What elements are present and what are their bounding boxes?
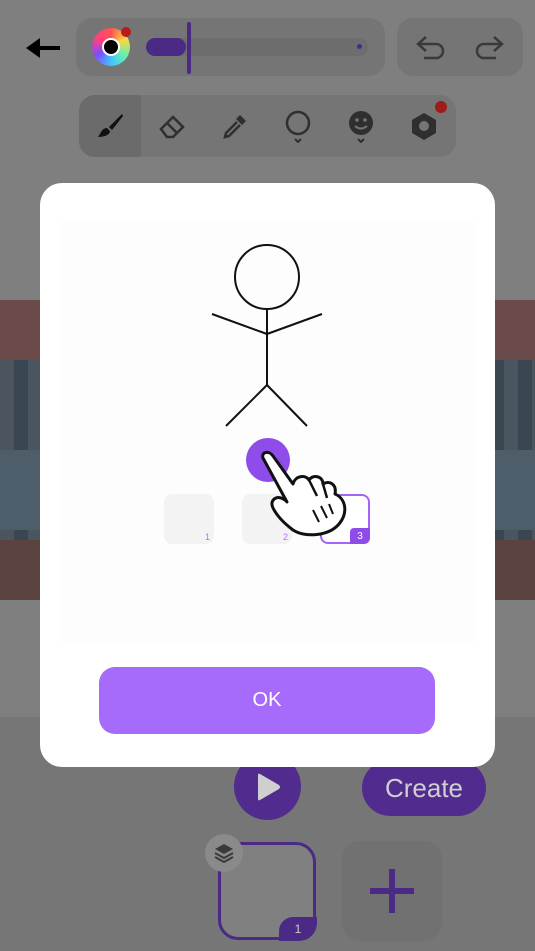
brush-size-slider-fill: [146, 38, 186, 56]
redo-icon: [475, 36, 504, 60]
eraser-icon: [159, 115, 185, 139]
plus-icon: [370, 869, 414, 913]
brush-icon: [98, 114, 123, 137]
redo-button[interactable]: [472, 30, 510, 64]
ok-button[interactable]: OK: [99, 667, 435, 734]
back-arrow-icon: [26, 38, 60, 58]
add-frame-button[interactable]: [342, 841, 442, 941]
stick-figure-illustration: [211, 244, 323, 427]
eraser-tool[interactable]: [141, 95, 203, 157]
tutorial-frame-1: 1: [164, 494, 214, 544]
brush-size-slider-handle[interactable]: [187, 22, 191, 74]
play-icon: [257, 773, 280, 800]
lasso-tool[interactable]: [267, 95, 329, 157]
undo-button[interactable]: [410, 30, 448, 64]
shape-icon: [412, 113, 436, 140]
tutorial-animation: 1 2 3: [59, 222, 476, 642]
frame-number: 3: [350, 528, 370, 544]
current-color-swatch: [102, 38, 120, 56]
brush-tool[interactable]: [79, 95, 141, 157]
layers-button[interactable]: [205, 834, 243, 872]
drawing-tools-panel: [79, 95, 456, 157]
frame-number: 1: [204, 532, 210, 542]
sticker-icon: [349, 111, 373, 143]
eyedropper-tool[interactable]: [204, 95, 266, 157]
color-indicator-dot: [121, 27, 131, 37]
pointing-hand-icon: [261, 450, 347, 537]
undo-icon: [416, 36, 445, 60]
lasso-icon: [285, 110, 311, 143]
create-button[interactable]: Create: [362, 760, 486, 816]
sticker-tool[interactable]: [330, 95, 392, 157]
layers-icon: [214, 844, 234, 864]
eyedropper-icon: [223, 115, 246, 139]
back-button[interactable]: [22, 30, 64, 66]
notification-badge: [435, 101, 447, 113]
brush-size-max-dot: [357, 44, 362, 49]
